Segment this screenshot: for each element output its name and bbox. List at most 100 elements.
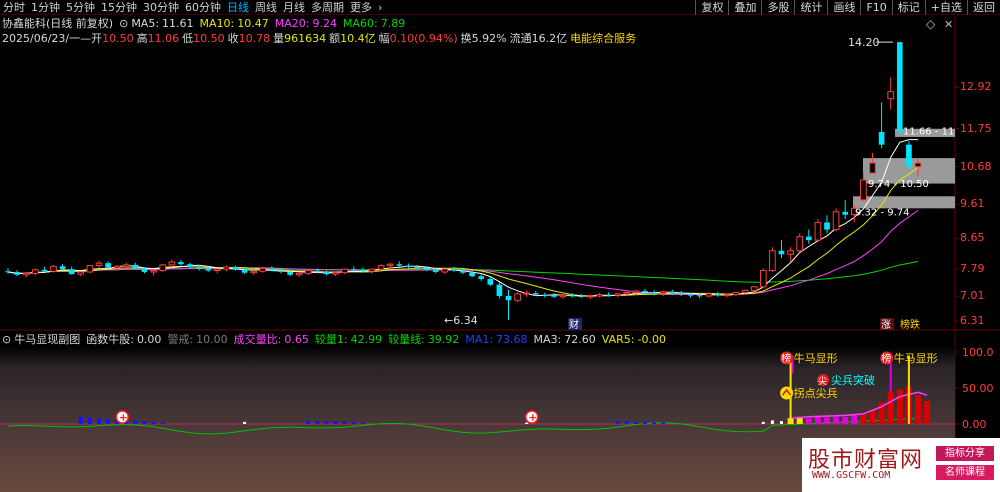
candle[interactable]: [295, 271, 303, 277]
indicator-settings-icon[interactable]: ⊙: [2, 333, 11, 346]
toolbar-button[interactable]: 统计: [794, 0, 827, 15]
candle[interactable]: [250, 269, 258, 275]
candle[interactable]: [878, 102, 885, 149]
candle[interactable]: [614, 293, 622, 298]
candle[interactable]: [542, 292, 548, 298]
candle[interactable]: [5, 268, 11, 274]
candle[interactable]: [714, 291, 721, 297]
toolbar-button[interactable]: 返回: [967, 0, 1000, 15]
timeframe-tab[interactable]: 月线: [280, 0, 308, 15]
timeframe-tab[interactable]: 60分钟: [182, 0, 224, 15]
candle[interactable]: [368, 268, 376, 274]
candle[interactable]: [223, 265, 230, 272]
candle[interactable]: [323, 270, 330, 276]
candle[interactable]: [77, 271, 85, 277]
candle[interactable]: [759, 268, 767, 289]
candle[interactable]: [896, 42, 903, 135]
timeframe-tab[interactable]: 30分钟: [140, 0, 182, 15]
candle[interactable]: [213, 268, 221, 274]
toolbar-button[interactable]: 标记: [891, 0, 925, 15]
candle[interactable]: [523, 290, 531, 297]
candle[interactable]: [304, 269, 312, 275]
candle[interactable]: [50, 264, 57, 273]
toolbar-button[interactable]: 复权: [695, 0, 728, 15]
candle[interactable]: [105, 261, 111, 269]
candle[interactable]: [787, 247, 794, 262]
toolbar-button[interactable]: 画线: [827, 0, 860, 15]
pane-menu-icon[interactable]: ◇: [926, 17, 935, 31]
candle[interactable]: [906, 141, 912, 170]
chart-canvas[interactable]: 14.20 ←6.34 11.66 - 11 9.74 - 10.50 9.32 - 9…: [0, 0, 1000, 492]
candle[interactable]: [396, 261, 403, 268]
candle[interactable]: [441, 268, 449, 275]
candle[interactable]: [842, 199, 849, 219]
candle[interactable]: [678, 291, 685, 297]
timeframe-tab[interactable]: 更多: [347, 0, 375, 15]
candle[interactable]: [514, 292, 521, 303]
candle[interactable]: [178, 259, 184, 266]
candle[interactable]: [159, 264, 167, 272]
candle[interactable]: [732, 291, 740, 297]
candle-body: [95, 262, 103, 267]
candle[interactable]: [578, 293, 585, 299]
timeframe-tab[interactable]: 日线: [224, 0, 252, 15]
price-axis-ticks: [955, 86, 959, 322]
candle[interactable]: [168, 259, 176, 268]
candle[interactable]: [232, 265, 239, 271]
candle[interactable]: [95, 260, 103, 268]
toolbar-button[interactable]: +自选: [924, 0, 967, 15]
timeframe-tab[interactable]: 多周期: [308, 0, 347, 15]
candle[interactable]: [769, 247, 776, 272]
timeframe-tab[interactable]: 15分钟: [98, 0, 140, 15]
candle[interactable]: [68, 266, 75, 275]
candle[interactable]: [341, 268, 349, 275]
toolbar-button[interactable]: 多股: [761, 0, 794, 15]
candle[interactable]: [377, 264, 385, 271]
ma-settings-icon[interactable]: ⊙: [119, 17, 128, 30]
turn-point-icon[interactable]: [780, 386, 794, 400]
candle-body: [687, 294, 694, 296]
candle[interactable]: [705, 293, 713, 298]
candle[interactable]: [832, 208, 840, 232]
candle[interactable]: [187, 262, 193, 269]
timeframe-tab[interactable]: 5分钟: [63, 0, 98, 15]
candle[interactable]: [796, 233, 804, 253]
candle[interactable]: [887, 77, 895, 110]
candle[interactable]: [405, 263, 412, 269]
candle[interactable]: [86, 264, 94, 274]
toolbar-button[interactable]: F10: [860, 0, 891, 15]
adjust-mode[interactable]: (日线 前复权): [46, 17, 113, 30]
indicator-bar-white: [243, 421, 247, 424]
candle[interactable]: [596, 293, 603, 298]
candle[interactable]: [59, 264, 66, 271]
timeframe-tab[interactable]: 周线: [252, 0, 280, 15]
candle[interactable]: [487, 276, 494, 287]
candle-body: [332, 272, 339, 275]
sector-link[interactable]: 电能综合服务: [570, 32, 636, 45]
toolbar-button[interactable]: 叠加: [728, 0, 761, 15]
timeframe-tab[interactable]: 1分钟: [28, 0, 63, 15]
close-icon[interactable]: ✕: [944, 18, 953, 31]
candlesticks[interactable]: 14.20 ←6.34 11.66 - 11 9.74 - 10.50 9.32 - 9…: [5, 36, 954, 331]
candle[interactable]: [551, 293, 557, 299]
close-value: 10.78: [238, 32, 271, 45]
candle[interactable]: [14, 270, 20, 277]
candle[interactable]: [496, 282, 503, 299]
candle[interactable]: [269, 266, 275, 272]
candle[interactable]: [824, 215, 830, 234]
candle[interactable]: [869, 153, 876, 174]
candle[interactable]: [150, 269, 157, 276]
candle[interactable]: [814, 218, 822, 242]
candle[interactable]: [31, 268, 39, 276]
candle[interactable]: [41, 266, 48, 272]
candle[interactable]: [132, 262, 139, 270]
timeframe-tab[interactable]: 分时: [0, 0, 28, 15]
candle[interactable]: [750, 286, 758, 293]
candle-body: [50, 265, 57, 272]
indicator-name[interactable]: 牛马显现副图: [14, 333, 80, 346]
candle[interactable]: [778, 240, 785, 258]
candle[interactable]: [505, 289, 512, 321]
candle[interactable]: [805, 229, 812, 244]
candle[interactable]: [659, 291, 667, 297]
chevron-right-icon[interactable]: ›: [375, 0, 385, 15]
